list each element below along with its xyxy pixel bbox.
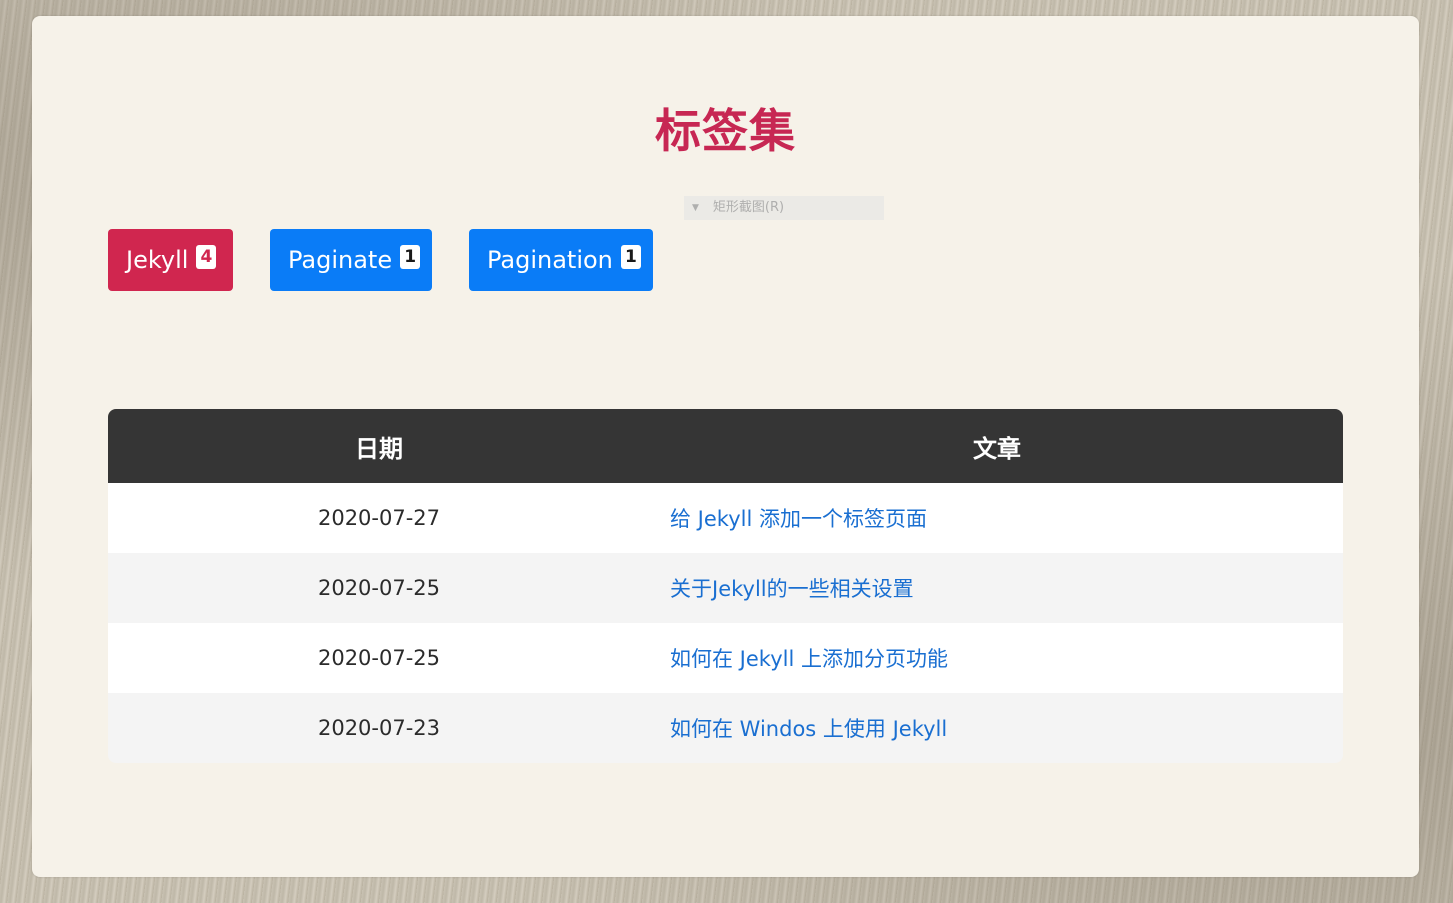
tag-label: Paginate bbox=[288, 246, 393, 274]
tag-label: Pagination bbox=[487, 246, 613, 274]
table-row: 2020-07-27 给 Jekyll 添加一个标签页面 bbox=[108, 483, 1343, 553]
caret-down-icon: ▼ bbox=[692, 203, 699, 213]
post-link[interactable]: 关于Jekyll的一些相关设置 bbox=[670, 577, 914, 601]
tag-button-jekyll[interactable]: Jekyll 4 bbox=[108, 229, 233, 291]
tag-label: Jekyll bbox=[126, 246, 189, 274]
post-link[interactable]: 如何在 Jekyll 上添加分页功能 bbox=[670, 647, 948, 671]
tag-count-badge: 4 bbox=[196, 245, 217, 269]
tag-count-badge: 1 bbox=[620, 245, 641, 269]
tag-button-pagination[interactable]: Pagination 1 bbox=[469, 229, 653, 291]
post-date: 2020-07-25 bbox=[317, 646, 441, 670]
article-column-header: 文章 bbox=[973, 434, 1021, 463]
table-row: 2020-07-25 关于Jekyll的一些相关设置 bbox=[108, 553, 1343, 623]
post-date: 2020-07-27 bbox=[317, 506, 441, 530]
post-date: 2020-07-23 bbox=[317, 716, 441, 740]
post-link[interactable]: 如何在 Windos 上使用 Jekyll bbox=[670, 717, 947, 741]
screenshot-tool-label: 矩形截图(R) bbox=[712, 200, 785, 215]
table-row: 2020-07-23 如何在 Windos 上使用 Jekyll bbox=[108, 693, 1343, 763]
post-date: 2020-07-25 bbox=[317, 576, 441, 600]
post-link[interactable]: 给 Jekyll 添加一个标签页面 bbox=[670, 507, 927, 531]
content-panel: 标签集 ▼ 矩形截图(R) Jekyll 4 Paginate 1 Pagina… bbox=[32, 16, 1419, 877]
screenshot-tool-overlay: ▼ 矩形截图(R) bbox=[684, 196, 884, 220]
date-column-header: 日期 bbox=[355, 434, 403, 463]
page-title: 标签集 bbox=[655, 104, 796, 158]
posts-table: 日期 文章 2020-07-27 给 Jekyll 添加一个标签页面 2020-… bbox=[108, 409, 1343, 763]
table-row: 2020-07-25 如何在 Jekyll 上添加分页功能 bbox=[108, 623, 1343, 693]
tag-button-paginate[interactable]: Paginate 1 bbox=[270, 229, 432, 291]
tag-count-badge: 1 bbox=[400, 245, 421, 269]
table-header-row: 日期 文章 bbox=[108, 409, 1343, 483]
